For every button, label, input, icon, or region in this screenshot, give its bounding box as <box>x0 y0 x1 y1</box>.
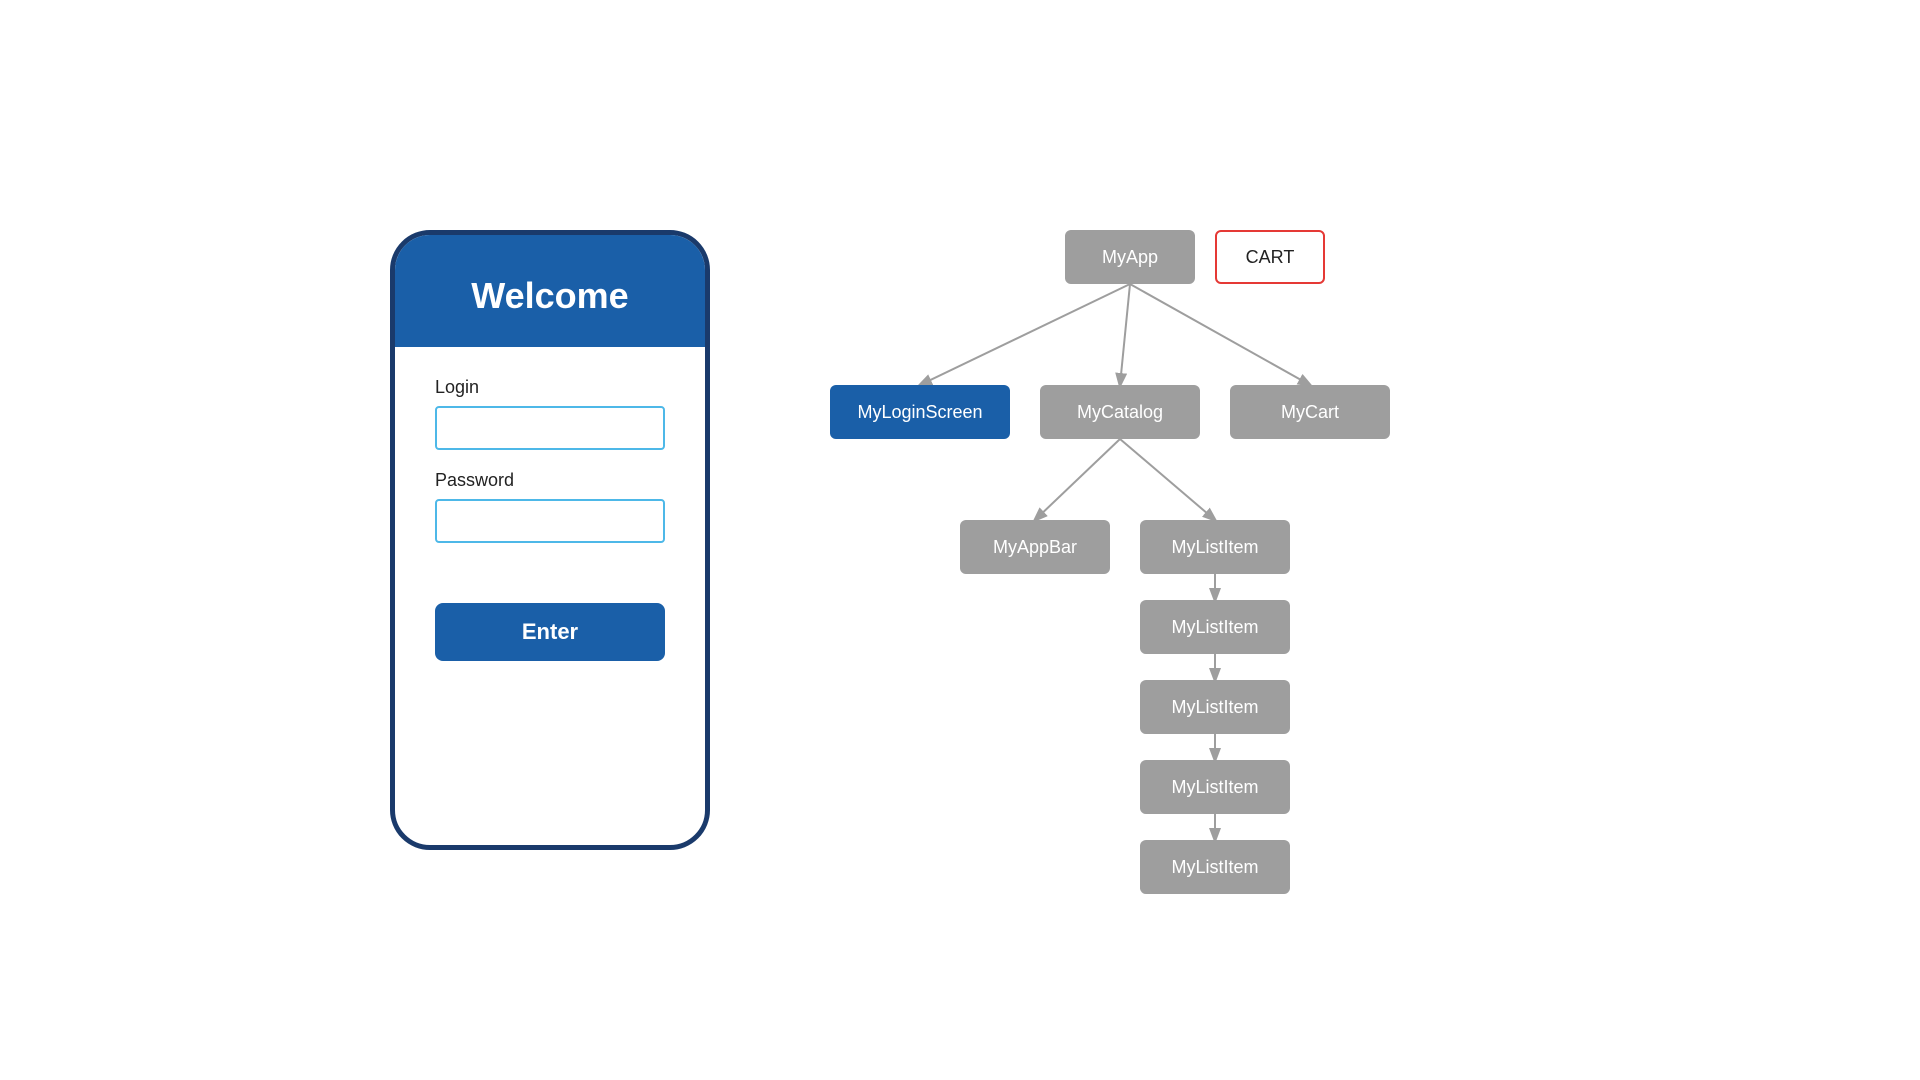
login-label: Login <box>435 377 665 398</box>
node-appbar: MyAppBar <box>960 520 1110 574</box>
phone-mockup: Welcome Login Password Enter <box>390 230 710 850</box>
phone-header: Welcome <box>395 235 705 347</box>
login-input[interactable] <box>435 406 665 450</box>
enter-button[interactable]: Enter <box>435 603 665 661</box>
password-field-group: Password <box>435 470 665 543</box>
node-myapp: MyApp <box>1065 230 1195 284</box>
node-login-screen: MyLoginScreen <box>830 385 1010 439</box>
node-mycart: MyCart <box>1230 385 1390 439</box>
node-listitem-4: MyListItem <box>1140 760 1290 814</box>
welcome-title: Welcome <box>415 275 685 317</box>
node-listitem-1: MyListItem <box>1140 520 1290 574</box>
phone-body: Login Password Enter <box>395 347 705 845</box>
node-listitem-5: MyListItem <box>1140 840 1290 894</box>
node-listitem-2: MyListItem <box>1140 600 1290 654</box>
login-field-group: Login <box>435 377 665 450</box>
node-listitem-3: MyListItem <box>1140 680 1290 734</box>
password-input[interactable] <box>435 499 665 543</box>
tree-diagram: MyApp CART MyLoginScreen MyCatalog MyCar… <box>830 230 1530 850</box>
node-catalog: MyCatalog <box>1040 385 1200 439</box>
password-label: Password <box>435 470 665 491</box>
node-cart: CART <box>1215 230 1325 284</box>
